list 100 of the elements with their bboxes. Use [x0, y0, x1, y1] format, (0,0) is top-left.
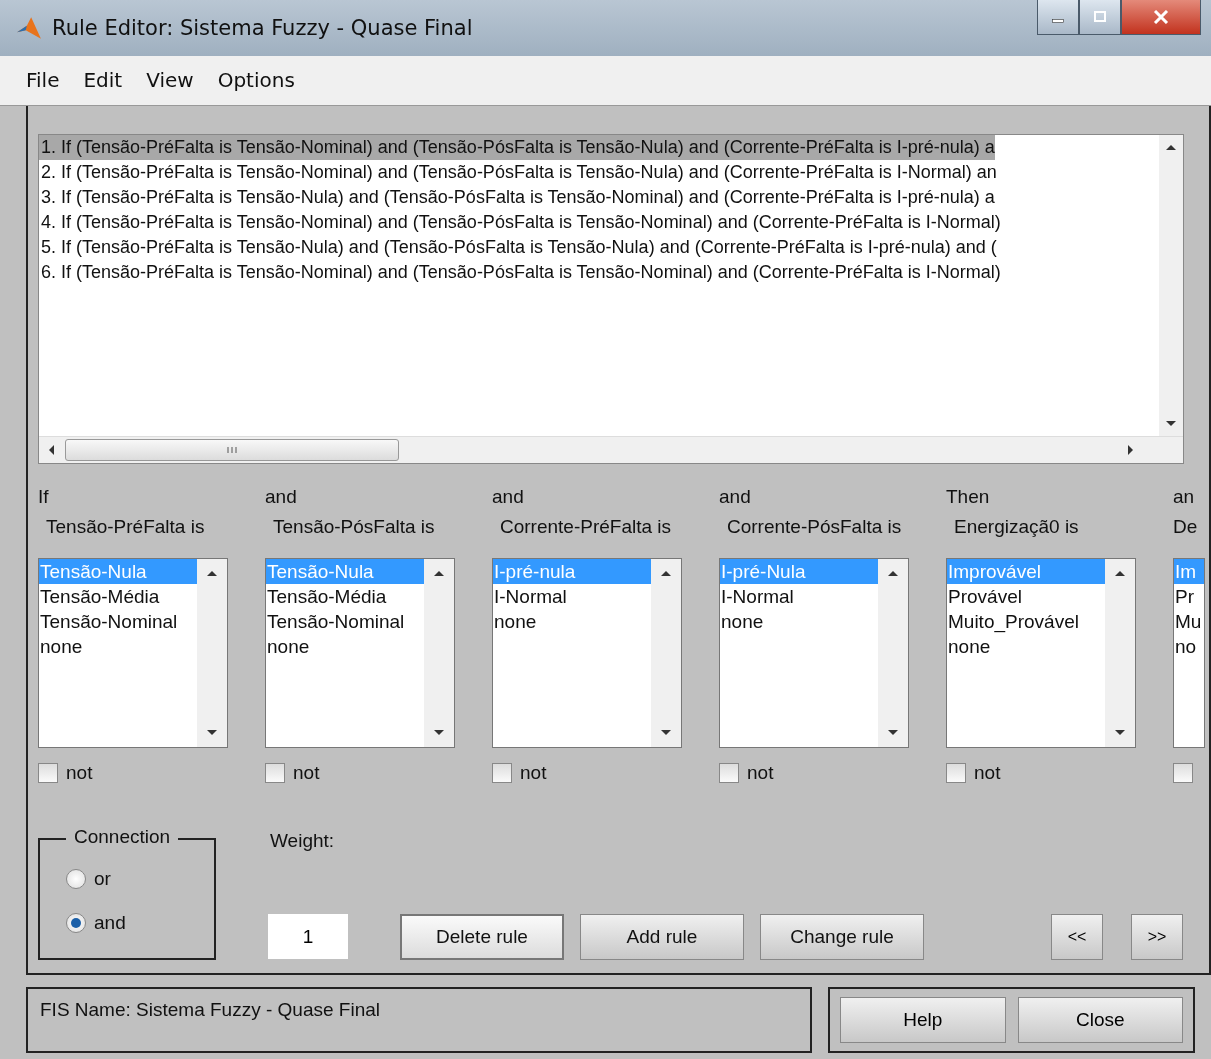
window-title: Rule Editor: Sistema Fuzzy - Quase Final: [52, 15, 474, 40]
term-item[interactable]: Tensão-Média: [266, 583, 424, 609]
term-list[interactable]: Tensão-Nula Tensão-Média Tensão-Nominal none: [38, 557, 228, 748]
not-checkbox[interactable]: [492, 762, 512, 783]
term-item[interactable]: I-Normal: [720, 583, 878, 609]
menu-item[interactable]: Edit: [83, 68, 123, 93]
term-list[interactable]: Improvável Provável Muito_Provável none: [946, 557, 1136, 748]
scroll-up-icon[interactable]: [433, 568, 445, 577]
scroll-down-icon[interactable]: [433, 728, 445, 737]
term-item[interactable]: I-Normal: [493, 583, 651, 609]
scroll-down-icon[interactable]: [1165, 419, 1177, 428]
vertical-scrollbar[interactable]: [1159, 134, 1183, 436]
scroll-left-icon[interactable]: [47, 443, 55, 456]
vertical-scrollbar[interactable]: [424, 558, 454, 747]
rule-item[interactable]: 4. If (Tensão-PréFalta is Tensão-Nominal) and (Tensão-PósFalta is Tensão-Nominal) and (Corrente-PréFalta is I-Normal): [39, 209, 1001, 235]
vertical-scrollbar[interactable]: [1105, 558, 1135, 747]
vertical-scrollbar[interactable]: [878, 558, 908, 747]
variable-label: De: [1173, 515, 1199, 539]
nav-button[interactable]: <<: [1051, 913, 1103, 960]
not-label: not: [974, 761, 1001, 784]
menu-item[interactable]: File: [26, 68, 60, 93]
rule-item[interactable]: 6. If (Tensão-PréFalta is Tensão-Nominal) and (Tensão-PósFalta is Tensão-Nominal) and (Corrente-PréFalta is I-Normal): [39, 259, 1001, 285]
menu-item[interactable]: Options: [217, 68, 295, 93]
term-item[interactable]: Mu: [1174, 608, 1204, 634]
variable-label: Tensão-PréFalta is: [45, 515, 206, 539]
not-checkbox[interactable]: [1173, 762, 1193, 783]
term-item[interactable]: Provável: [947, 583, 1105, 609]
vertical-scrollbar[interactable]: [197, 558, 227, 747]
grip-icon: [225, 445, 239, 454]
rule-item[interactable]: 1. If (Tensão-PréFalta is Tensão-Nominal) and (Tensão-PósFalta is Tensão-Nula) and (Corrente-PréFalta is I-pré-nula) a: [39, 134, 995, 160]
horizontal-scrollbar[interactable]: [39, 435, 1183, 463]
close-icon: [1153, 10, 1169, 24]
connector-label: If: [38, 485, 50, 509]
rule-item[interactable]: 3. If (Tensão-PréFalta is Tensão-Nula) and (Tensão-PósFalta is Tensão-Nominal) and (Corrente-PréFalta is I-pré-nula) a: [39, 184, 995, 210]
rule-button[interactable]: Delete rule: [400, 913, 564, 960]
term-item[interactable]: none: [947, 633, 1105, 659]
rule-button[interactable]: Add rule: [580, 913, 744, 960]
not-checkbox[interactable]: [946, 762, 966, 783]
scroll-up-icon[interactable]: [206, 568, 218, 577]
weight-field[interactable]: 1: [268, 914, 348, 960]
variable-label: Tensão-PósFalta is: [272, 515, 436, 539]
not-checkbox[interactable]: [719, 762, 739, 783]
weight-label: Weight:: [270, 829, 336, 853]
dialog-button[interactable]: Help: [840, 997, 1006, 1043]
variable-label: Energizaçã0 is: [953, 515, 1080, 539]
maximize-icon: [1093, 11, 1107, 23]
variable-label: Corrente-PréFalta is: [499, 515, 673, 539]
rule-item[interactable]: 5. If (Tensão-PréFalta is Tensão-Nula) and (Tensão-PósFalta is Tensão-Nula) and (Corrente-PréFalta is I-pré-nula) and (: [39, 234, 997, 260]
variable-label: Corrente-PósFalta is: [726, 515, 903, 539]
term-item[interactable]: Tensão-Nominal: [266, 608, 424, 634]
not-checkbox[interactable]: [38, 762, 58, 783]
close-button[interactable]: [1121, 0, 1201, 35]
term-item[interactable]: no: [1174, 633, 1204, 659]
nav-button[interactable]: >>: [1131, 913, 1183, 960]
connector-label: and: [719, 485, 752, 509]
term-item[interactable]: Muito_Provável: [947, 608, 1105, 634]
rule-list[interactable]: [38, 133, 1184, 464]
term-item[interactable]: none: [39, 633, 197, 659]
status-text: FIS Name: Sistema Fuzzy - Quase Final: [40, 999, 380, 1020]
scroll-up-icon[interactable]: [1165, 142, 1177, 151]
not-label: not: [747, 761, 774, 784]
term-item[interactable]: Tensão-Média: [39, 583, 197, 609]
connector-label: and: [492, 485, 525, 509]
rule-item[interactable]: 2. If (Tensão-PréFalta is Tensão-Nominal) and (Tensão-PósFalta is Tensão-Nula) and (Corrente-PréFalta is I-Normal) an: [39, 159, 997, 185]
scroll-down-icon[interactable]: [206, 728, 218, 737]
menu-item[interactable]: View: [146, 68, 194, 93]
dialog-button[interactable]: Close: [1017, 997, 1183, 1043]
scroll-up-icon[interactable]: [887, 568, 899, 577]
rule-button[interactable]: Change rule: [760, 913, 924, 960]
minimize-button[interactable]: [1037, 0, 1079, 35]
scroll-thumb[interactable]: [65, 438, 399, 461]
maximize-button[interactable]: [1079, 0, 1121, 35]
not-label: not: [66, 761, 93, 784]
connector-label: Then: [946, 485, 991, 509]
radio-button[interactable]: [66, 868, 86, 889]
connector-label: an: [1173, 485, 1196, 509]
scroll-down-icon[interactable]: [887, 728, 899, 737]
term-list[interactable]: I-pré-nula I-Normal none: [492, 557, 682, 748]
scroll-right-icon[interactable]: [1127, 443, 1135, 456]
scroll-down-icon[interactable]: [1114, 728, 1126, 737]
radio-label[interactable]: or: [94, 867, 111, 890]
not-checkbox[interactable]: [265, 762, 285, 783]
term-list[interactable]: Im Pr Mu no: [1173, 557, 1205, 748]
not-label: not: [520, 761, 547, 784]
term-item[interactable]: none: [493, 608, 651, 634]
term-list[interactable]: I-pré-Nula I-Normal none: [719, 557, 909, 748]
scroll-down-icon[interactable]: [660, 728, 672, 737]
term-item[interactable]: Pr: [1174, 583, 1204, 609]
term-list[interactable]: Tensão-Nula Tensão-Média Tensão-Nominal none: [265, 557, 455, 748]
connector-label: and: [265, 485, 298, 509]
minimize-icon: [1052, 19, 1064, 23]
not-label: not: [293, 761, 320, 784]
radio-button[interactable]: [66, 912, 86, 933]
scroll-up-icon[interactable]: [1114, 568, 1126, 577]
term-item[interactable]: none: [266, 633, 424, 659]
radio-label[interactable]: and: [94, 911, 126, 934]
scroll-up-icon[interactable]: [660, 568, 672, 577]
vertical-scrollbar[interactable]: [651, 558, 681, 747]
term-item[interactable]: none: [720, 608, 878, 634]
term-item[interactable]: Tensão-Nominal: [39, 608, 197, 634]
